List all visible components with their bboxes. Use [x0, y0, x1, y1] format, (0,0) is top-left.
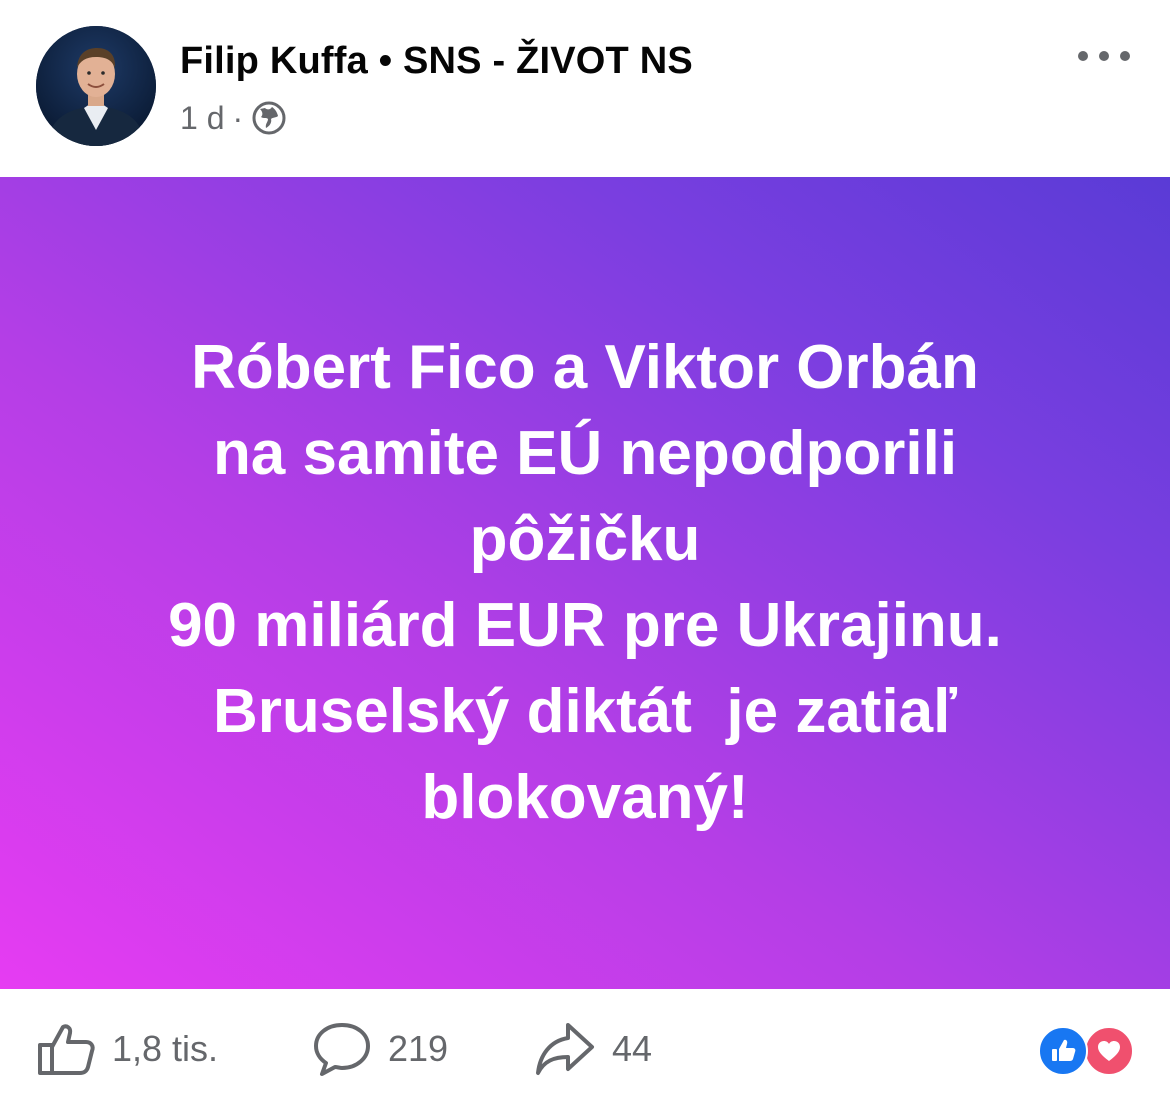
thumbs-up-icon	[36, 1021, 96, 1077]
post-timestamp[interactable]: 1 d	[180, 100, 224, 137]
like-count: 1,8 tis.	[112, 1028, 219, 1069]
comment-bubble-icon	[312, 1021, 372, 1077]
author-avatar[interactable]	[36, 26, 156, 146]
share-arrow-icon	[534, 1021, 596, 1077]
avatar-portrait-image	[36, 26, 156, 146]
comment-button[interactable]: 219	[312, 1021, 449, 1077]
share-button[interactable]: 44	[534, 1021, 653, 1077]
like-reaction-icon	[1038, 1026, 1088, 1076]
post-footer: 1,8 tis. 219 44	[0, 990, 1170, 1110]
meta-separator: ·	[232, 99, 244, 136]
post-text: Róbert Fico a Viktor Orbán na samite EÚ …	[168, 333, 1002, 832]
like-button[interactable]: 1,8 tis.	[36, 1021, 219, 1077]
comment-count: 219	[388, 1028, 449, 1069]
author-name-link[interactable]: Filip Kuffa • SNS - ŽIVOT NS	[180, 40, 693, 83]
facebook-post: Filip Kuffa • SNS - ŽIVOT NS 1 d · Róber…	[0, 0, 1170, 1110]
globe-icon[interactable]	[251, 100, 287, 136]
post-header: Filip Kuffa • SNS - ŽIVOT NS 1 d ·	[0, 0, 1170, 176]
post-meta: 1 d ·	[180, 98, 287, 138]
more-options-icon-dot	[1120, 51, 1130, 61]
reactions-summary[interactable]	[1036, 1026, 1136, 1076]
post-text-card[interactable]: Róbert Fico a Viktor Orbán na samite EÚ …	[0, 177, 1170, 989]
more-options-icon-dot	[1078, 51, 1088, 61]
more-options-icon-dot	[1099, 51, 1109, 61]
share-count: 44	[612, 1028, 653, 1069]
love-reaction-icon	[1084, 1026, 1134, 1076]
more-options-button[interactable]	[1078, 40, 1130, 72]
